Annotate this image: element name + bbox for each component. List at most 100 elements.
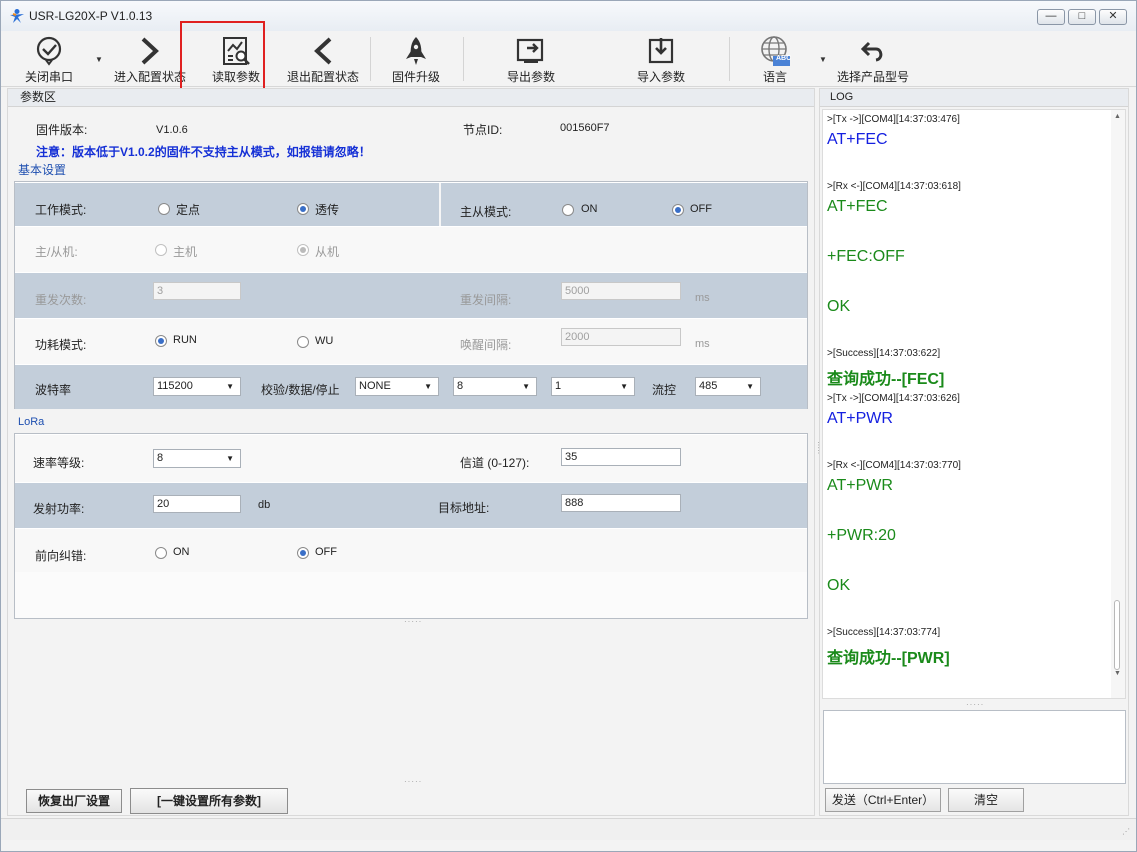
splitter-grip[interactable]: ····· xyxy=(404,777,422,786)
power-mode-run-radio[interactable] xyxy=(155,335,167,347)
log-entry-meta: >[Success][14:37:03:622] xyxy=(827,348,941,359)
role-master-radio[interactable] xyxy=(155,244,167,256)
work-mode-fixed-label: 定点 xyxy=(176,203,201,217)
chevron-right-icon xyxy=(141,37,159,65)
work-mode-transparent-label: 透传 xyxy=(315,203,340,217)
log-output[interactable]: >[Tx ->][COM4][14:37:03:476] AT+FEC >[Rx… xyxy=(822,109,1126,699)
stop-bits-value: 1 xyxy=(555,380,562,392)
firmware-upgrade-label: 固件升级 xyxy=(391,70,440,84)
import-params-label: 导入参数 xyxy=(636,70,685,84)
title-bar: USR-LG20X-P V1.0.13 — □ ✕ xyxy=(1,1,1136,31)
minimize-button[interactable]: — xyxy=(1037,9,1065,25)
target-address-input[interactable]: 888 xyxy=(561,494,681,512)
enter-config-label: 进入配置状态 xyxy=(113,70,186,84)
power-mode-run-label: RUN xyxy=(173,334,197,346)
node-id-value: 001560F7 xyxy=(560,122,610,134)
role-slave-radio[interactable] xyxy=(297,244,309,256)
chevron-down-icon: ▼ xyxy=(620,382,628,391)
splitter-grip[interactable]: ····· xyxy=(404,617,422,626)
basic-settings-group: 工作模式: 定点 透传 主从模式: ON OFF 主/从机: 主机 从机 重发次… xyxy=(14,181,808,409)
log-entry-text: AT+PWR xyxy=(827,477,893,494)
import-params-button[interactable]: 导入参数 xyxy=(621,31,701,87)
chevron-left-icon xyxy=(314,37,332,65)
maximize-button[interactable]: □ xyxy=(1068,9,1096,25)
tx-power-input[interactable]: 20 xyxy=(153,495,241,513)
fec-on-label: ON xyxy=(173,546,190,558)
clear-button[interactable]: 清空 xyxy=(948,788,1024,812)
row-divider xyxy=(439,183,441,227)
resize-grip-icon[interactable]: ⋰ xyxy=(1122,827,1130,836)
rate-row: 速率等级: 8 ▼ 信道 (0-127): 35 xyxy=(15,434,807,482)
close-port-dropdown-icon[interactable]: ▼ xyxy=(95,55,103,64)
chevron-down-icon: ▼ xyxy=(522,382,530,391)
log-entry-ok: OK xyxy=(827,298,851,315)
chevron-down-icon: ▼ xyxy=(226,382,234,391)
send-button[interactable]: 发送（Ctrl+Enter） xyxy=(825,788,941,812)
export-params-button[interactable]: 导出参数 xyxy=(491,31,571,87)
toolbar-divider xyxy=(370,37,371,81)
power-mode-wu-radio[interactable] xyxy=(297,336,309,348)
master-slave-on-radio[interactable] xyxy=(562,204,574,216)
fec-on-radio[interactable] xyxy=(155,547,167,559)
params-panel: 参数区 固件版本: V1.0.6 节点ID: 001560F7 注意：版本低于V… xyxy=(7,88,815,816)
log-entry-meta: >[Tx ->][COM4][14:37:03:626] xyxy=(827,393,960,404)
set-all-params-button[interactable]: [一键设置所有参数] xyxy=(130,788,288,814)
scroll-up-icon[interactable]: ▲ xyxy=(1114,113,1121,120)
toolbar: 关闭串口 ▼ 进入配置状态 读取参数 退出配置状态 固件升级 导出参数 导入参数… xyxy=(1,31,1136,87)
panel-splitter-grip[interactable]: ····· xyxy=(814,441,823,454)
select-model-button[interactable]: 选择产品型号 xyxy=(831,31,915,87)
enter-config-button[interactable]: 进入配置状态 xyxy=(109,31,191,87)
data-bits-value: 8 xyxy=(457,380,464,392)
channel-input[interactable]: 35 xyxy=(561,448,681,466)
master-slave-on-label: ON xyxy=(581,203,598,215)
log-vertical-scrollbar[interactable]: ▲ ▼ xyxy=(1111,110,1125,698)
flow-control-select[interactable]: 485 ▼ xyxy=(695,377,761,396)
stop-bits-select[interactable]: 1 ▼ xyxy=(551,377,635,396)
master-slave-off-radio[interactable] xyxy=(672,204,684,216)
log-entry-meta: >[Rx <-][COM4][14:37:03:618] xyxy=(827,181,961,192)
language-dropdown-icon[interactable]: ▼ xyxy=(819,55,827,64)
tx-power-unit: db xyxy=(258,499,271,511)
data-bits-select[interactable]: 8 ▼ xyxy=(453,377,537,396)
firmware-version-label: 固件版本: xyxy=(36,123,88,137)
role-label: 主/从机: xyxy=(35,245,78,259)
import-icon xyxy=(648,38,674,64)
restore-factory-button[interactable]: 恢复出厂设置 xyxy=(26,789,122,813)
send-input[interactable] xyxy=(823,710,1126,784)
retry-row: 重发次数: 3 重发间隔: 5000 ms xyxy=(15,272,807,318)
exit-config-button[interactable]: 退出配置状态 xyxy=(281,31,365,87)
basic-settings-title: 基本设置 xyxy=(18,163,67,177)
work-mode-fixed-radio[interactable] xyxy=(158,203,170,215)
tx-power-label: 发射功率: xyxy=(33,502,85,516)
master-slave-off-label: OFF xyxy=(690,203,712,215)
log-entry-success: 查询成功--[PWR] xyxy=(827,650,950,667)
firmware-upgrade-button[interactable]: 固件升级 xyxy=(379,31,453,87)
window-title: USR-LG20X-P V1.0.13 xyxy=(29,9,153,23)
tx-power-row: 发射功率: 20 db 目标地址: 888 xyxy=(15,482,807,528)
baud-rate-select[interactable]: 115200 ▼ xyxy=(153,377,241,396)
fec-off-radio[interactable] xyxy=(297,547,309,559)
fec-label: 前向纠错: xyxy=(35,549,87,563)
power-mode-row: 功耗模式: RUN WU 唤醒间隔: 2000 ms xyxy=(15,318,807,364)
log-entry-success: 查询成功--[FEC] xyxy=(827,371,945,388)
splitter-grip[interactable]: ····· xyxy=(966,700,984,709)
flow-control-label: 流控 xyxy=(652,383,677,397)
status-bar: ⋰ xyxy=(1,818,1136,840)
lora-settings-title: LoRa xyxy=(18,416,45,428)
close-window-button[interactable]: ✕ xyxy=(1099,9,1127,25)
log-scroll-thumb[interactable] xyxy=(1114,600,1120,670)
rate-level-label: 速率等级: xyxy=(33,456,85,470)
rate-level-select[interactable]: 8 ▼ xyxy=(153,449,241,468)
retry-count-input[interactable]: 3 xyxy=(153,282,241,300)
work-mode-transparent-radio[interactable] xyxy=(297,203,309,215)
language-button[interactable]: ABC 语言 xyxy=(745,31,805,87)
node-id-label: 节点ID: xyxy=(463,123,503,137)
wake-interval-input[interactable]: 2000 xyxy=(561,328,681,346)
shield-check-icon xyxy=(36,36,62,66)
retry-interval-input[interactable]: 5000 xyxy=(561,282,681,300)
parity-select[interactable]: NONE ▼ xyxy=(355,377,439,396)
power-mode-wu-label: WU xyxy=(315,335,334,347)
chevron-down-icon: ▼ xyxy=(226,454,234,463)
scroll-down-icon[interactable]: ▼ xyxy=(1114,670,1121,677)
close-port-button[interactable]: 关闭串口 xyxy=(11,31,87,87)
